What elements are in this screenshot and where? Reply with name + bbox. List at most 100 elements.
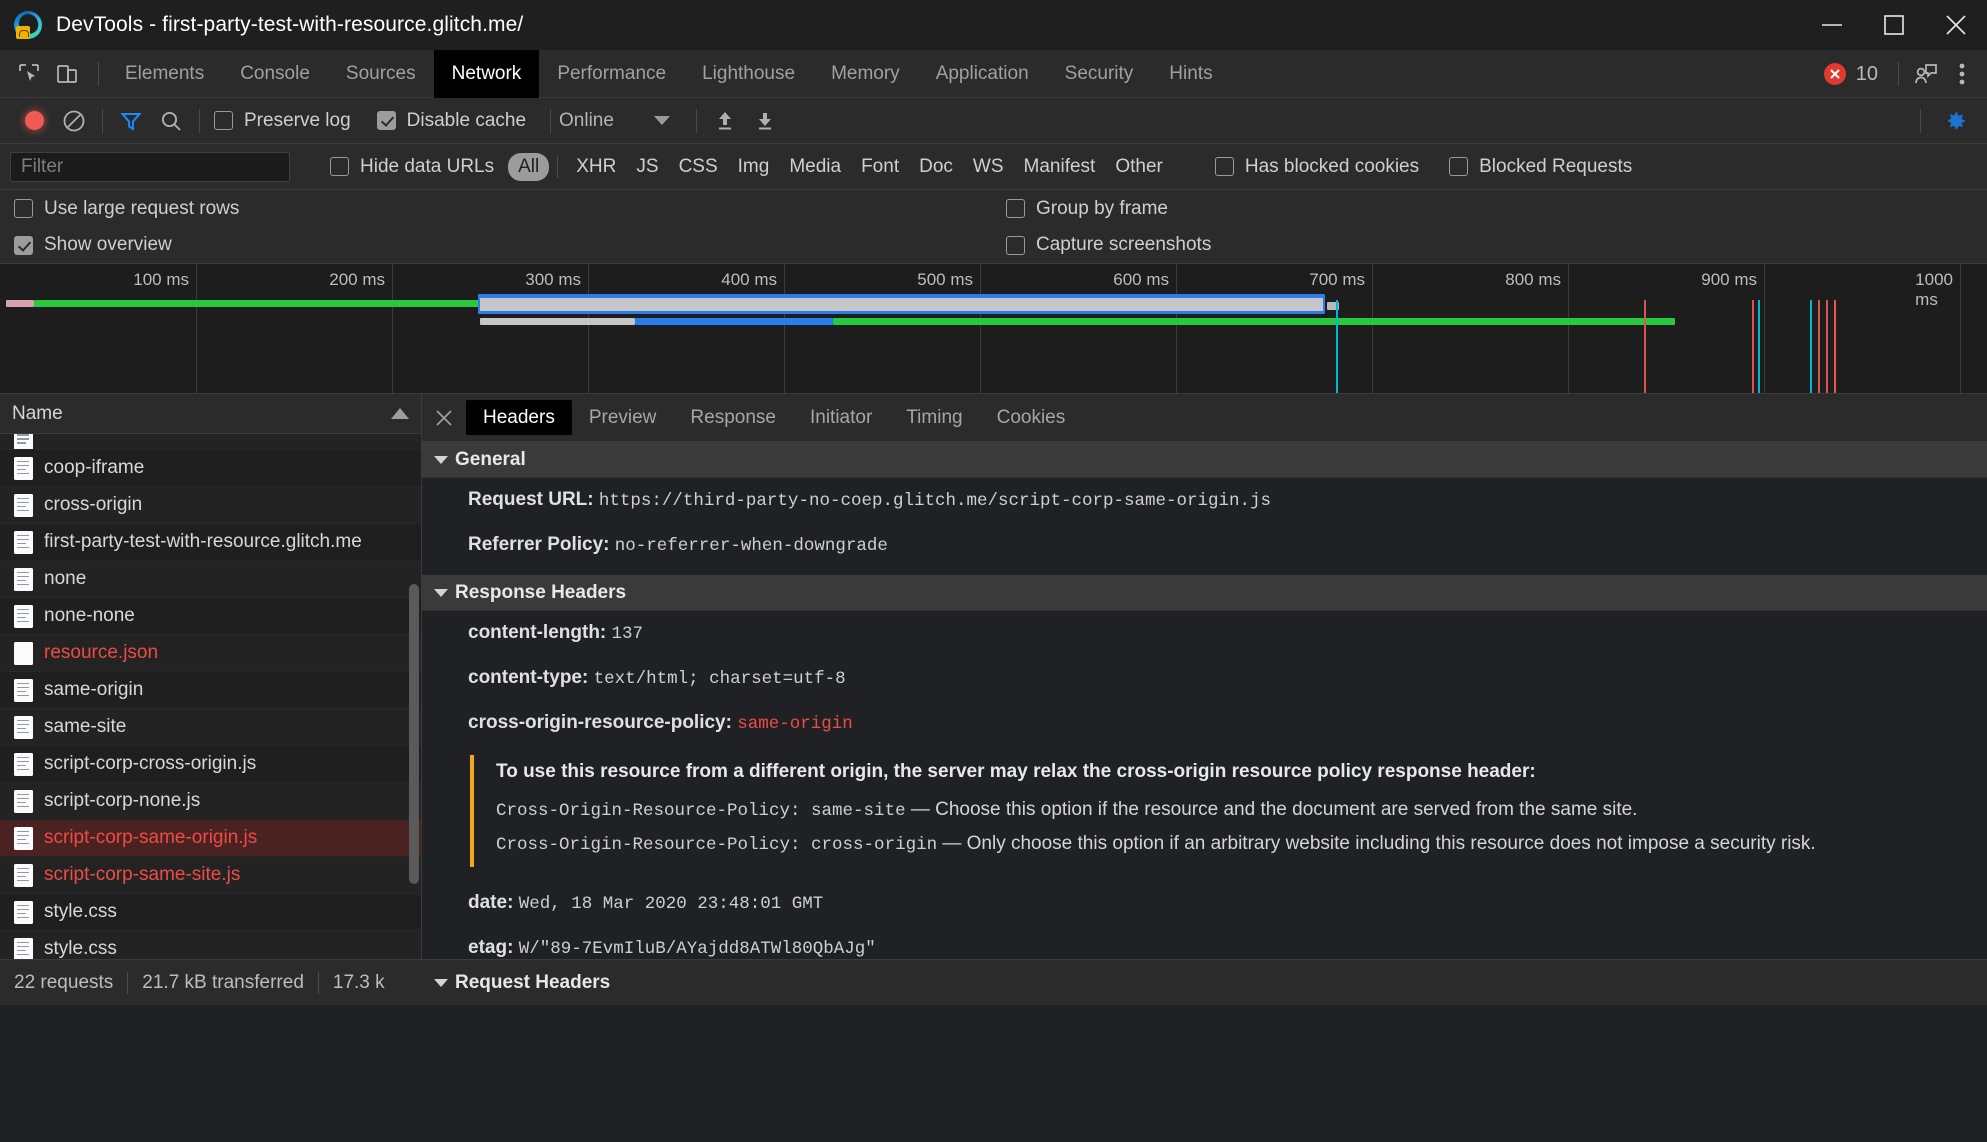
filter-type-manifest[interactable]: Manifest — [1014, 153, 1106, 181]
section-request-headers-header[interactable]: Request Headers — [422, 959, 1987, 1005]
callout-code-cross-origin: Cross-Origin-Resource-Policy: cross-orig… — [496, 835, 938, 856]
overview-main-request-block — [478, 294, 1325, 314]
filter-type-js[interactable]: JS — [626, 153, 668, 181]
search-icon[interactable] — [151, 101, 191, 141]
filter-type-media[interactable]: Media — [779, 153, 851, 181]
filter-type-font[interactable]: Font — [851, 153, 909, 181]
import-har-icon[interactable] — [705, 101, 745, 141]
capture-screenshots-box — [1006, 235, 1025, 255]
filter-type-css[interactable]: CSS — [669, 153, 728, 181]
more-options-icon[interactable] — [1945, 57, 1979, 91]
tab-headers[interactable]: Headers — [466, 400, 572, 435]
group-by-frame-checkbox[interactable]: Group by frame — [1006, 198, 1168, 220]
callout-code-same-site: Cross-Origin-Resource-Policy: same-site — [496, 801, 906, 822]
tab-timing[interactable]: Timing — [889, 400, 979, 435]
tab-lighthouse[interactable]: Lighthouse — [684, 50, 813, 98]
feedback-icon[interactable] — [1909, 57, 1943, 91]
export-har-icon[interactable] — [745, 101, 785, 141]
table-row[interactable] — [0, 434, 421, 450]
document-icon — [14, 493, 33, 517]
tab-network[interactable]: Network — [433, 49, 540, 98]
capture-screenshots-checkbox[interactable]: Capture screenshots — [1006, 234, 1211, 256]
section-response-headers-header[interactable]: Response Headers — [422, 575, 1987, 612]
options-row-1: Use large request rows Group by frame — [0, 190, 1987, 227]
table-row[interactable]: script-corp-same-origin.js — [0, 820, 421, 857]
table-row[interactable]: script-corp-same-site.js — [0, 857, 421, 894]
event-line-load-5 — [1834, 300, 1836, 393]
record-button-icon[interactable] — [14, 101, 54, 141]
show-overview-checkbox[interactable]: Show overview — [14, 234, 172, 256]
tab-preview[interactable]: Preview — [572, 400, 674, 435]
tab-memory[interactable]: Memory — [813, 50, 918, 98]
tab-performance[interactable]: Performance — [539, 50, 684, 98]
error-icon — [1823, 63, 1846, 85]
disable-cache-checkbox[interactable]: Disable cache — [376, 110, 526, 132]
network-overview-timeline[interactable]: 100 ms 200 ms 300 ms 400 ms 500 ms 600 m… — [0, 264, 1987, 394]
tab-elements[interactable]: Elements — [107, 50, 222, 98]
filter-type-ws[interactable]: WS — [963, 153, 1014, 181]
table-row[interactable]: same-origin — [0, 672, 421, 709]
clear-network-log-icon[interactable] — [54, 101, 94, 141]
table-row[interactable]: script-corp-none.js — [0, 783, 421, 820]
request-name: first-party-test-with-resource.glitch.me — [44, 531, 362, 552]
table-row[interactable]: script-corp-cross-origin.js — [0, 746, 421, 783]
table-row[interactable]: style.css — [0, 894, 421, 931]
preserve-log-checkbox[interactable]: Preserve log — [214, 110, 351, 132]
disable-cache-box — [376, 111, 396, 130]
request-name: none — [44, 568, 87, 589]
search-input[interactable]: Filter — [10, 151, 290, 182]
tab-security[interactable]: Security — [1047, 50, 1152, 98]
tab-hints[interactable]: Hints — [1151, 50, 1230, 98]
table-row[interactable]: same-site — [0, 709, 421, 746]
filter-type-other[interactable]: Other — [1105, 153, 1173, 181]
document-icon — [14, 752, 33, 776]
event-line-dcl-1 — [1336, 300, 1338, 393]
tab-cookies[interactable]: Cookies — [980, 400, 1083, 435]
overview-bar-gray-2 — [480, 318, 635, 325]
network-body: Name coop-iframe cross-origin first-part… — [0, 394, 1987, 1005]
device-toolbar-icon[interactable] — [50, 57, 84, 91]
close-button[interactable] — [1925, 0, 1987, 50]
use-large-request-rows-checkbox[interactable]: Use large request rows — [14, 198, 239, 220]
filter-type-img[interactable]: Img — [728, 153, 780, 181]
maximize-button[interactable] — [1863, 0, 1925, 50]
filter-type-doc[interactable]: Doc — [909, 153, 963, 181]
request-rows[interactable]: coop-iframe cross-origin first-party-tes… — [0, 434, 421, 1005]
minimize-button[interactable] — [1801, 0, 1863, 50]
inspect-element-icon[interactable] — [12, 57, 46, 91]
error-count-badge[interactable]: 10 — [1814, 63, 1888, 86]
header-row-content-type: content-type: text/html; charset=utf-8 — [422, 656, 1987, 701]
header-value: text/html; charset=utf-8 — [593, 668, 846, 689]
tab-initiator[interactable]: Initiator — [793, 400, 889, 435]
tab-response[interactable]: Response — [673, 400, 793, 435]
close-icon[interactable] — [422, 394, 466, 442]
overview-bar-pink — [6, 300, 34, 307]
filter-type-xhr[interactable]: XHR — [566, 153, 626, 181]
table-row[interactable]: resource.json — [0, 635, 421, 672]
table-row[interactable]: cross-origin — [0, 487, 421, 524]
request-list-scrollbar[interactable] — [409, 584, 419, 884]
table-row[interactable]: first-party-test-with-resource.glitch.me — [0, 524, 421, 561]
document-icon — [14, 826, 33, 850]
tick-label-100ms: 100 ms — [133, 270, 189, 289]
request-list-header[interactable]: Name — [0, 394, 421, 434]
table-row[interactable]: none-none — [0, 598, 421, 635]
blocked-requests-checkbox[interactable]: Blocked Requests — [1449, 156, 1632, 178]
filter-icon[interactable] — [111, 101, 151, 141]
chevron-down-icon — [434, 978, 448, 987]
tab-sources[interactable]: Sources — [328, 50, 434, 98]
section-general-title: General — [455, 448, 526, 470]
throttling-select[interactable]: Online — [559, 110, 670, 132]
hide-data-urls-checkbox[interactable]: Hide data URLs — [330, 156, 494, 178]
section-general-header[interactable]: General — [422, 442, 1987, 478]
gear-icon[interactable] — [1935, 101, 1975, 141]
tab-application[interactable]: Application — [918, 50, 1047, 98]
tab-console[interactable]: Console — [222, 50, 328, 98]
hide-data-urls-label: Hide data URLs — [360, 155, 495, 177]
filter-type-all[interactable]: All — [508, 152, 550, 181]
has-blocked-cookies-checkbox[interactable]: Has blocked cookies — [1214, 156, 1419, 178]
table-row[interactable]: none — [0, 561, 421, 598]
callout-text-same-site: — Choose this option if the resource and… — [905, 799, 1638, 821]
tick-label-600ms: 600 ms — [1113, 270, 1169, 289]
table-row[interactable]: coop-iframe — [0, 450, 421, 487]
